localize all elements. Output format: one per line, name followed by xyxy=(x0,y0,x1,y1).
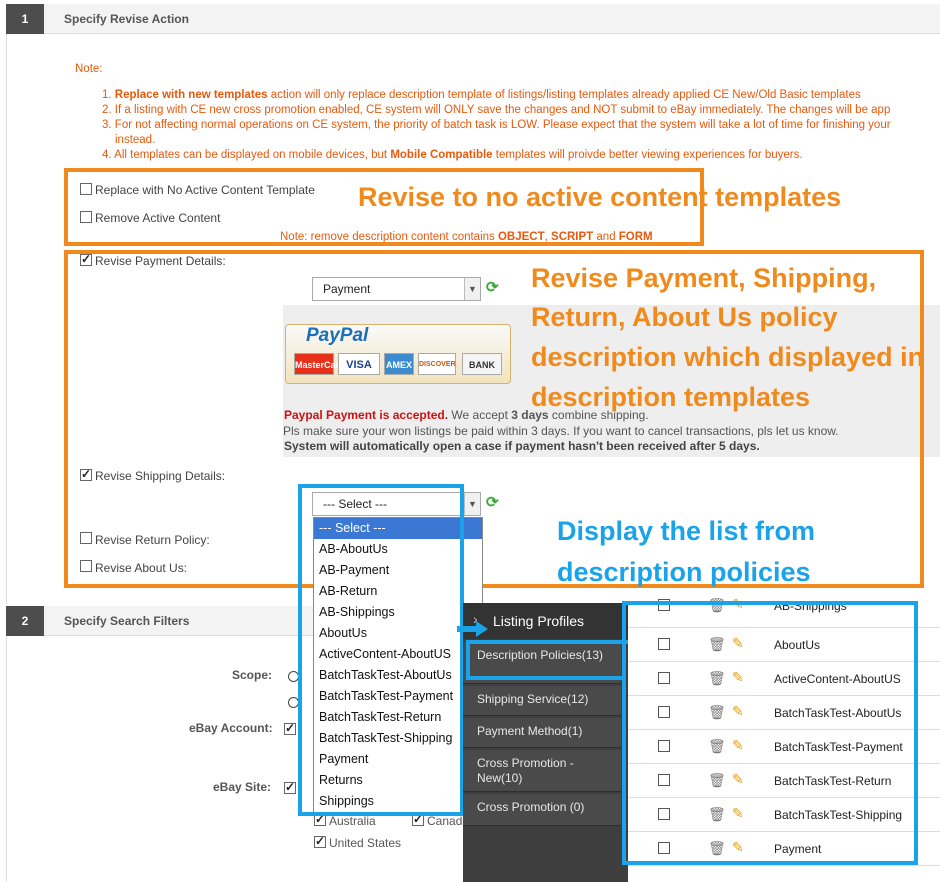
annotation-connector-left xyxy=(466,640,470,680)
left-divider xyxy=(6,636,7,882)
ebay-account-label: eBay Account: xyxy=(189,721,273,735)
ebay-account-checkbox[interactable] xyxy=(284,721,296,735)
profile-shipping-service[interactable]: Shipping Service(12) xyxy=(463,686,621,716)
site-australia-label: Australia xyxy=(329,814,376,828)
ebay-site-label: eBay Site: xyxy=(213,780,272,794)
profile-cross-promotion-new[interactable]: Cross Promotion - New(10) xyxy=(463,750,621,792)
site-canada-label: Canad xyxy=(427,814,463,828)
listing-profiles-title: Listing Profiles xyxy=(493,613,585,629)
arrow-right-icon xyxy=(476,621,488,637)
annotation-box-dropdown xyxy=(298,484,464,816)
site-us-label: United States xyxy=(329,836,402,850)
note-item-3-cont: instead. xyxy=(115,134,156,146)
note-item-1: 1. Replace with new templates action wil… xyxy=(102,89,861,101)
annotation-revise-line-2: Return, About Us policy xyxy=(531,302,838,332)
site-us-checkbox[interactable] xyxy=(314,834,326,848)
annotation-display-line-2: description policies xyxy=(557,557,811,587)
section-title: Specify Search Filters xyxy=(64,614,190,628)
annotation-revise-line-4: description templates xyxy=(531,382,811,412)
scope-label: Scope: xyxy=(232,668,273,682)
annotation-no-active: Revise to no active content templates xyxy=(358,182,842,212)
note-item-2: 2. If a listing with CE new cross promot… xyxy=(102,104,891,116)
section-number: 2 xyxy=(6,606,44,636)
annotation-display-line-1: Display the list from xyxy=(557,516,816,546)
profile-cross-promotion[interactable]: Cross Promotion (0) xyxy=(463,794,621,826)
ebay-site-checkbox[interactable] xyxy=(284,780,296,794)
left-divider xyxy=(6,34,7,604)
section-1-header: 1 Specify Revise Action xyxy=(6,4,940,34)
profile-payment-method[interactable]: Payment Method(1) xyxy=(463,718,621,748)
section-title: Specify Revise Action xyxy=(64,12,189,26)
annotation-revise-line-1: Revise Payment, Shipping, xyxy=(531,263,877,293)
annotation-box-policy-list xyxy=(622,601,918,865)
annotation-connector-top xyxy=(466,676,626,680)
note-item-3: 3. For not affecting normal operations o… xyxy=(102,119,891,131)
section-number: 1 xyxy=(6,4,44,34)
annotation-connector-upper xyxy=(466,640,628,644)
annotation-revise-line-3: description which displayed in xyxy=(531,342,925,372)
note-item-4: 4. All templates can be displayed on mob… xyxy=(102,149,803,161)
note-heading: Note: xyxy=(75,63,103,75)
